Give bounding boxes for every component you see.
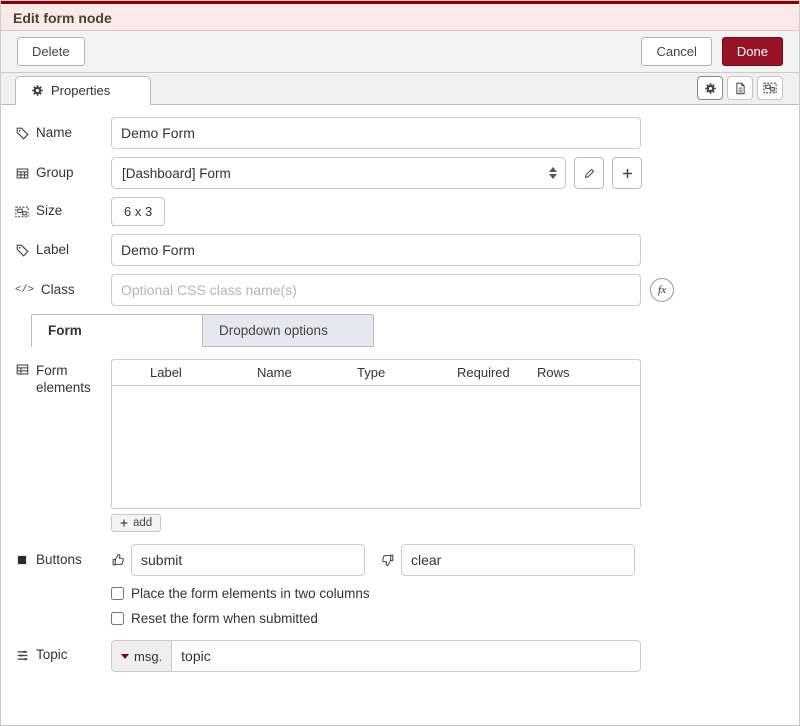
form-subtabs: Form Dropdown options bbox=[31, 314, 785, 347]
done-button[interactable]: Done bbox=[722, 37, 783, 66]
label-label: Label bbox=[15, 242, 111, 259]
properties-pane-button[interactable] bbox=[697, 76, 723, 100]
object-group-icon bbox=[15, 205, 29, 219]
form-elements-row: Form elements Label Name Type Required R… bbox=[15, 359, 785, 532]
add-group-button[interactable] bbox=[612, 157, 642, 189]
topic-row: Topic msg. bbox=[15, 638, 785, 672]
tab-properties-label: Properties bbox=[51, 83, 110, 98]
topic-input[interactable] bbox=[172, 641, 640, 671]
updown-arrows-icon bbox=[549, 167, 557, 179]
plus-icon bbox=[620, 167, 634, 180]
size-label-text: Size bbox=[36, 203, 62, 220]
two-columns-option: Place the form elements in two columns bbox=[111, 586, 785, 601]
plus-icon bbox=[117, 518, 131, 528]
edit-group-button[interactable] bbox=[574, 157, 604, 189]
group-select-value: [Dashboard] Form bbox=[122, 166, 549, 181]
two-columns-checkbox[interactable] bbox=[111, 587, 124, 600]
column-label: Label bbox=[150, 365, 257, 380]
cancel-button[interactable]: Cancel bbox=[641, 37, 711, 66]
group-row: Group [Dashboard] Form bbox=[15, 157, 785, 189]
two-columns-label: Place the form elements in two columns bbox=[131, 586, 370, 601]
form-elements-table-body bbox=[112, 386, 640, 509]
size-row: Size 6 x 3 bbox=[15, 197, 785, 226]
size-button[interactable]: 6 x 3 bbox=[111, 197, 165, 226]
tab-properties[interactable]: Properties bbox=[15, 76, 151, 105]
clear-button-label-input[interactable] bbox=[401, 544, 635, 576]
tasks-icon bbox=[15, 649, 29, 662]
fx-button[interactable]: fx bbox=[650, 278, 674, 302]
submit-button-label-input[interactable] bbox=[131, 544, 365, 576]
dialog-title: Edit form node bbox=[1, 1, 799, 31]
class-label: </> Class bbox=[15, 282, 111, 299]
class-label-text: Class bbox=[41, 282, 75, 299]
size-label: Size bbox=[15, 203, 111, 220]
table-icon bbox=[15, 167, 29, 180]
appearance-icon bbox=[763, 81, 777, 95]
edit-form-node-dialog: Edit form node Delete Cancel Done Proper… bbox=[0, 0, 800, 726]
label-label-text: Label bbox=[36, 242, 69, 259]
buttons-label-text: Buttons bbox=[36, 552, 82, 569]
description-pane-button[interactable] bbox=[727, 76, 753, 100]
column-rows: Rows bbox=[537, 365, 640, 380]
table-icon bbox=[15, 363, 29, 376]
label-row: Label bbox=[15, 234, 785, 266]
buttons-row: Buttons bbox=[15, 544, 785, 576]
add-element-button[interactable]: add bbox=[111, 514, 161, 532]
topic-typed-input: msg. bbox=[111, 640, 641, 672]
column-required: Required bbox=[457, 365, 537, 380]
subtab-dropdown-options[interactable]: Dropdown options bbox=[202, 314, 374, 347]
name-row: Name bbox=[15, 117, 785, 149]
name-input[interactable] bbox=[111, 117, 641, 149]
topic-prefix-label: msg. bbox=[134, 649, 162, 664]
add-element-label: add bbox=[133, 517, 152, 529]
form-elements-label: Form elements bbox=[15, 359, 111, 532]
form-elements-table-header: Label Name Type Required Rows bbox=[112, 360, 640, 386]
properties-form: Name Group [Dashboard] Form bbox=[1, 105, 799, 692]
tag-icon bbox=[15, 244, 29, 257]
appearance-pane-button[interactable] bbox=[757, 76, 783, 100]
column-type: Type bbox=[357, 365, 457, 380]
buttons-label: Buttons bbox=[15, 552, 111, 569]
description-icon bbox=[733, 82, 747, 95]
reset-label: Reset the form when submitted bbox=[131, 611, 318, 626]
form-elements-editor: Label Name Type Required Rows add bbox=[111, 359, 641, 532]
buttons-controls bbox=[111, 544, 641, 576]
topic-type-select[interactable]: msg. bbox=[112, 641, 172, 671]
code-icon: </> bbox=[15, 284, 34, 296]
subtab-form[interactable]: Form bbox=[31, 314, 203, 347]
tag-icon bbox=[15, 127, 29, 140]
class-row: </> Class fx bbox=[15, 274, 785, 306]
editor-pane-buttons bbox=[697, 76, 783, 100]
reset-option: Reset the form when submitted bbox=[111, 611, 785, 626]
form-elements-table: Label Name Type Required Rows bbox=[111, 359, 641, 509]
caret-down-icon bbox=[121, 654, 129, 659]
reset-checkbox[interactable] bbox=[111, 612, 124, 625]
thumbs-up-icon bbox=[111, 553, 125, 567]
editor-tabbar: Properties bbox=[1, 73, 799, 105]
class-input[interactable] bbox=[111, 274, 641, 306]
label-input[interactable] bbox=[111, 234, 641, 266]
topic-label-text: Topic bbox=[36, 647, 68, 664]
gear-icon bbox=[703, 82, 717, 95]
square-icon bbox=[15, 554, 29, 566]
name-label: Name bbox=[15, 125, 111, 142]
name-label-text: Name bbox=[36, 125, 72, 142]
delete-button[interactable]: Delete bbox=[17, 37, 85, 66]
thumbs-down-icon bbox=[381, 553, 395, 567]
topic-label: Topic bbox=[15, 647, 111, 664]
form-elements-label-text: Form elements bbox=[36, 363, 96, 397]
gear-icon bbox=[30, 84, 44, 97]
group-select[interactable]: [Dashboard] Form bbox=[111, 157, 566, 189]
column-name: Name bbox=[257, 365, 357, 380]
group-label-text: Group bbox=[36, 165, 74, 182]
group-label: Group bbox=[15, 165, 111, 182]
dialog-toolbar: Delete Cancel Done bbox=[1, 31, 799, 73]
pencil-icon bbox=[582, 167, 596, 180]
